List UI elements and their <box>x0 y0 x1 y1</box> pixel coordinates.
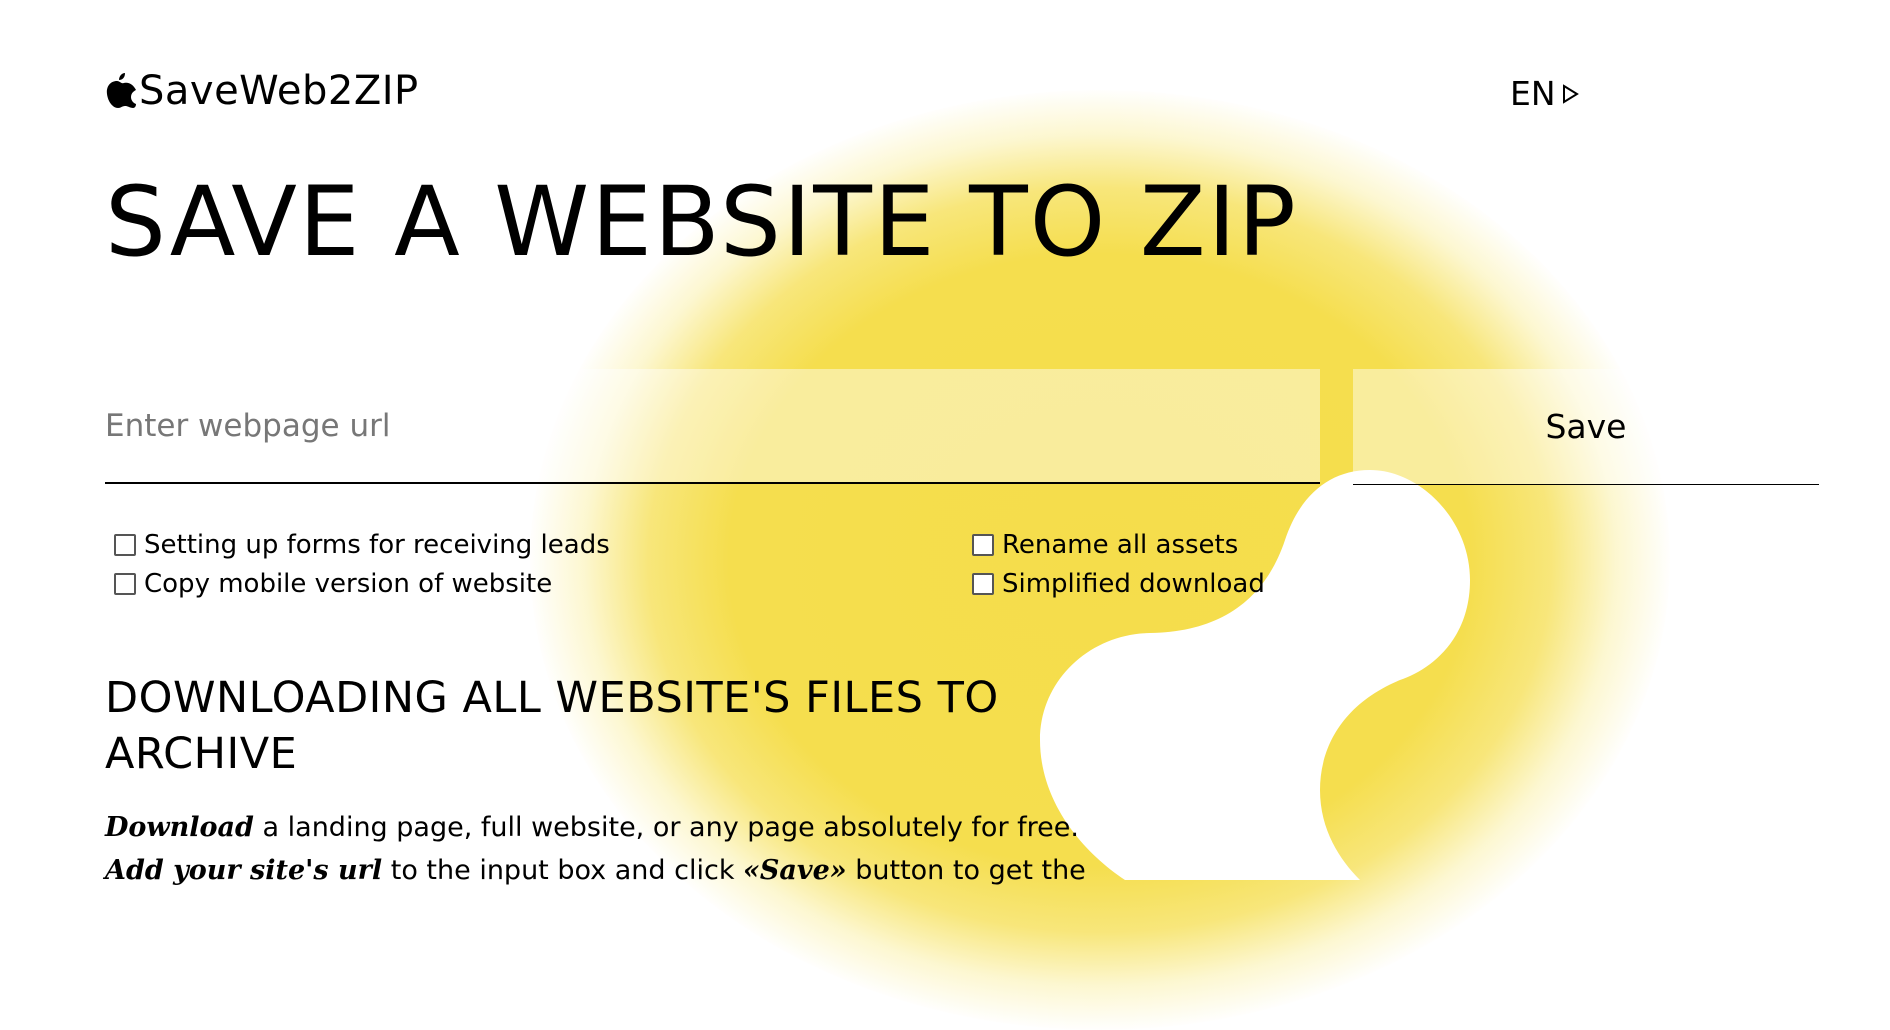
option-mobile-version[interactable]: Copy mobile version of website <box>114 569 552 599</box>
option-label: Copy mobile version of website <box>144 569 553 599</box>
section-title: DOWNLOADING ALL WEBSITE'S FILES TO ARCHI… <box>105 673 999 779</box>
logo[interactable]: SaveWeb2ZIP <box>105 68 419 114</box>
paragraph-text: a landing page, full website, or any pag… <box>253 812 1079 843</box>
option-forms-leads[interactable]: Setting up forms for receiving leads <box>114 530 610 560</box>
option-label: Setting up forms for receiving leads <box>144 530 610 560</box>
checkbox[interactable] <box>114 573 136 595</box>
emphasis-text: Add your site's url <box>105 855 383 886</box>
save-button[interactable]: Save <box>1353 369 1819 485</box>
url-input[interactable] <box>105 369 1320 484</box>
instruction-paragraph: Add your site's url to the input box and… <box>105 855 1086 886</box>
option-rename-assets[interactable]: Rename all assets <box>972 530 1238 560</box>
paragraph-text: button to get the <box>846 855 1086 886</box>
triangle-right-outline-icon <box>1562 83 1579 104</box>
option-simplified-download[interactable]: Simplified download <box>972 569 1265 599</box>
language-label: EN <box>1510 74 1556 113</box>
fruit-logo-icon <box>106 73 136 108</box>
option-label: Rename all assets <box>1002 530 1239 560</box>
emphasis-text: Download <box>105 812 254 843</box>
checkbox[interactable] <box>972 573 994 595</box>
checkbox[interactable] <box>972 534 994 556</box>
intro-paragraph: Download a landing page, full website, o… <box>105 812 1079 843</box>
checkbox[interactable] <box>114 534 136 556</box>
language-selector[interactable]: EN <box>1510 74 1580 113</box>
logo-text: SaveWeb2ZIP <box>139 68 419 114</box>
page-title: SAVE A WEBSITE TO ZIP <box>105 166 1298 278</box>
paragraph-text: to the input box and click <box>382 855 744 886</box>
option-label: Simplified download <box>1002 569 1265 599</box>
site-header: SaveWeb2ZIP EN <box>105 68 1890 118</box>
emphasis-save: «Save» <box>743 855 847 886</box>
